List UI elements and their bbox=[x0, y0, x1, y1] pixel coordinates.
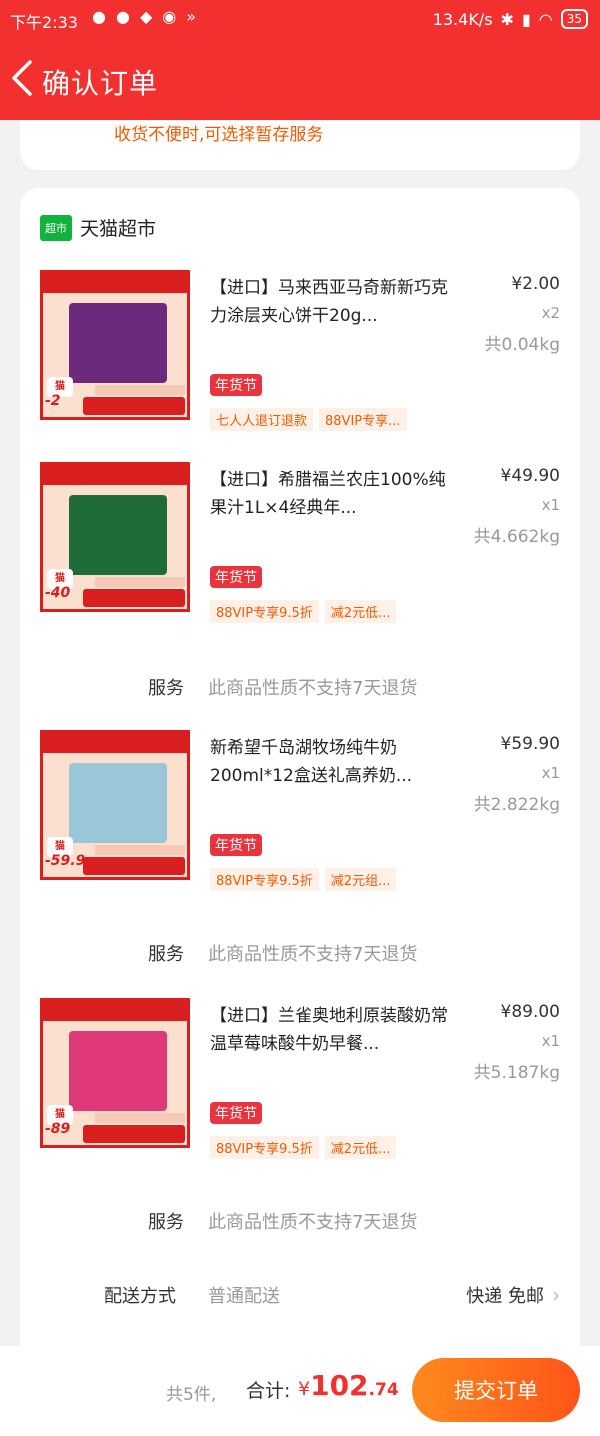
festival-badge: 年货节 bbox=[210, 374, 262, 396]
product-qty: x2 bbox=[541, 304, 560, 322]
product-price: ¥2.00 bbox=[511, 274, 560, 294]
product-weight: 共4.662kg bbox=[473, 527, 560, 547]
total-decimal: .74 bbox=[368, 1380, 399, 1400]
promo-tags: 七人人退订退款 88VIP专享... bbox=[210, 408, 407, 431]
promo-tags: 88VIP专享9.5折 减2元组... bbox=[210, 868, 397, 891]
nav-bar: 确认订单 bbox=[0, 56, 600, 104]
order-item[interactable]: 猫 -40 【进口】希腊福兰农庄100%纯果汁1L×4经典年... ¥49.90… bbox=[40, 462, 560, 623]
delivery-label: 配送方式 bbox=[104, 1286, 176, 1307]
total-integer: 102 bbox=[310, 1369, 369, 1402]
delivery-option[interactable]: 快递 免邮 › bbox=[466, 1282, 560, 1308]
order-item[interactable]: 猫 -2 【进口】马来西亚马奇新新巧克力涂层夹心饼干20g... ¥2.00 x… bbox=[40, 270, 561, 431]
service-value: 此商品性质不支持7天退货 bbox=[208, 678, 418, 699]
promo-tags: 88VIP专享9.5折 减2元低... bbox=[210, 600, 397, 623]
status-bar: 下午2:33 ● ● ◆ ◉ » 13.4K/s ✱ ▮ ◠ 35 bbox=[0, 0, 600, 40]
product-name[interactable]: 新希望千岛湖牧场纯牛奶200ml*12盒送礼高养奶... bbox=[210, 734, 454, 790]
checkout-bar: 共5件, 合计: ¥102.74 提交订单 bbox=[0, 1346, 600, 1436]
product-image[interactable]: 猫 -89 bbox=[40, 998, 190, 1148]
product-price: ¥89.00 bbox=[500, 1002, 560, 1022]
festival-badge: 年货节 bbox=[210, 834, 262, 856]
festival-badge: 年货节 bbox=[210, 566, 262, 588]
status-right: 13.4K/s ✱ ▮ ◠ 35 bbox=[433, 9, 588, 29]
status-time: 下午2:33 bbox=[10, 13, 78, 32]
delivery-value: 普通配送 bbox=[208, 1286, 280, 1307]
thumb-price: -89 bbox=[45, 1121, 71, 1137]
storage-note[interactable]: 收货不便时,可选择暂存服务 bbox=[114, 120, 323, 145]
product-qty: x1 bbox=[541, 1032, 560, 1050]
page-title: 确认订单 bbox=[42, 67, 159, 100]
festival-badge: 年货节 bbox=[210, 1102, 262, 1124]
product-qty: x1 bbox=[541, 496, 560, 514]
promo-tag: 88VIP专享9.5折 bbox=[210, 1136, 319, 1159]
product-qty: x1 bbox=[541, 764, 560, 782]
notification-icon: ● bbox=[92, 7, 106, 26]
promo-tag: 减2元低... bbox=[324, 600, 397, 623]
item-count: 共5件, bbox=[166, 1385, 217, 1405]
product-name[interactable]: 【进口】希腊福兰农庄100%纯果汁1L×4经典年... bbox=[210, 466, 454, 522]
notification-icon: ◉ bbox=[162, 7, 177, 26]
product-name[interactable]: 【进口】兰雀奥地利原装酸奶常温草莓味酸牛奶早餐... bbox=[210, 1002, 454, 1058]
total-amount: ¥102.74 bbox=[298, 1369, 399, 1402]
battery-icon: 35 bbox=[560, 9, 588, 29]
chevron-right-icon: › bbox=[552, 1283, 560, 1307]
service-value: 此商品性质不支持7天退货 bbox=[208, 944, 418, 965]
product-weight: 共2.822kg bbox=[473, 795, 560, 815]
thumb-price: -2 bbox=[45, 393, 61, 409]
service-label: 服务 bbox=[148, 944, 184, 965]
service-value: 此商品性质不支持7天退货 bbox=[208, 1212, 418, 1233]
promo-tag: 88VIP专享... bbox=[319, 408, 407, 431]
promo-tag: 减2元组... bbox=[324, 868, 397, 891]
notification-icon: » bbox=[186, 7, 197, 26]
shop-logo-icon: 超市 bbox=[40, 214, 72, 241]
product-image[interactable]: 猫 -59.9 bbox=[40, 730, 190, 880]
product-name[interactable]: 【进口】马来西亚马奇新新巧克力涂层夹心饼干20g... bbox=[210, 274, 454, 330]
net-speed: 13.4K/s bbox=[432, 9, 493, 29]
service-label: 服务 bbox=[148, 678, 184, 699]
promo-tags: 88VIP专享9.5折 减2元低... bbox=[210, 1136, 397, 1159]
shop-header: 超市 天猫超市 bbox=[40, 214, 156, 241]
promo-tag: 88VIP专享9.5折 bbox=[210, 600, 319, 623]
product-weight: 共5.187kg bbox=[473, 1063, 560, 1083]
promo-tag: 七人人退订退款 bbox=[210, 408, 314, 431]
thumb-price: -40 bbox=[45, 585, 71, 601]
notification-icon: ● bbox=[115, 7, 130, 26]
signal-icon: ▮ bbox=[521, 9, 531, 29]
notification-icon: ◆ bbox=[139, 7, 153, 26]
thumb-price: -59.9 bbox=[45, 853, 86, 869]
product-image[interactable]: 猫 -40 bbox=[40, 462, 190, 612]
product-price: ¥59.90 bbox=[500, 734, 560, 754]
delivery-option-text: 快递 免邮 bbox=[466, 1286, 544, 1307]
wifi-icon: ◠ bbox=[538, 9, 553, 29]
product-image[interactable]: 猫 -2 bbox=[40, 270, 190, 420]
shop-name: 天猫超市 bbox=[80, 218, 157, 240]
app-header: 下午2:33 ● ● ◆ ◉ » 13.4K/s ✱ ▮ ◠ 35 确认订单 bbox=[0, 0, 600, 120]
service-label: 服务 bbox=[148, 1212, 184, 1233]
sum-label: 合计: bbox=[246, 1380, 291, 1402]
notification-icons: ● ● ◆ ◉ » bbox=[92, 7, 196, 26]
back-arrow-icon[interactable] bbox=[8, 58, 38, 98]
submit-order-button[interactable]: 提交订单 bbox=[412, 1358, 580, 1422]
order-card: 超市 天猫超市 猫 -2 【进口】马来西亚马奇新新巧克力涂层夹心饼干20g...… bbox=[20, 188, 580, 1358]
product-weight: 共0.04kg bbox=[484, 335, 561, 355]
promo-tag: 88VIP专享9.5折 bbox=[210, 868, 319, 891]
order-item[interactable]: 猫 -59.9 新希望千岛湖牧场纯牛奶200ml*12盒送礼高养奶... ¥59… bbox=[40, 730, 560, 891]
product-price: ¥49.90 bbox=[500, 466, 560, 486]
bluetooth-icon: ✱ bbox=[500, 9, 514, 29]
promo-tag: 减2元低... bbox=[324, 1136, 397, 1159]
total-currency: ¥ bbox=[298, 1378, 311, 1400]
order-item[interactable]: 猫 -89 【进口】兰雀奥地利原装酸奶常温草莓味酸牛奶早餐... ¥89.00 … bbox=[40, 998, 560, 1159]
storage-note-card: 收货不便时,可选择暂存服务 bbox=[20, 120, 580, 170]
